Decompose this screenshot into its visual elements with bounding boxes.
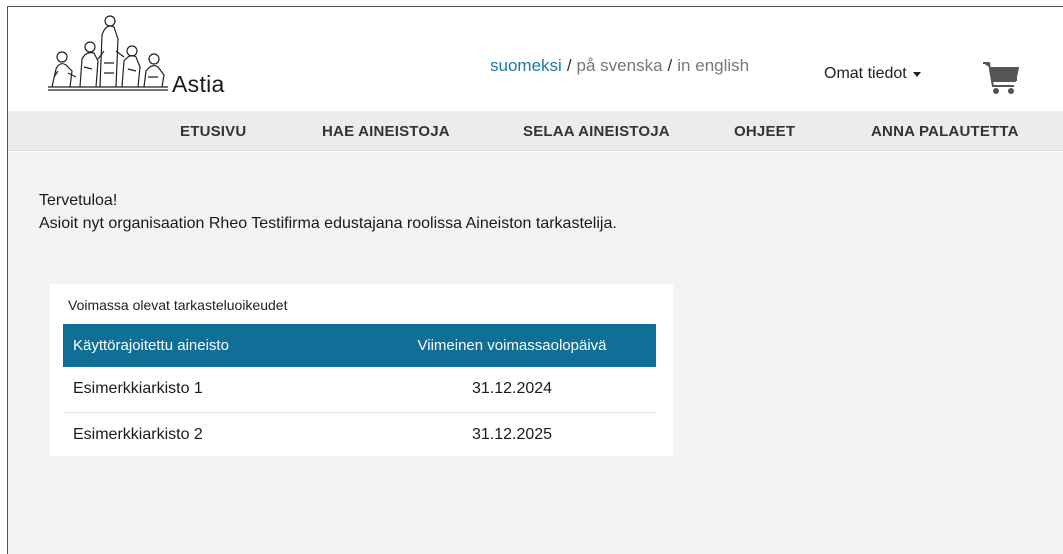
- language-selector: suomeksi / på svenska / in english: [490, 56, 749, 76]
- language-fi[interactable]: suomeksi: [490, 56, 562, 75]
- main-navigation: ETUSIVU HAE AINEISTOJA SELAA AINEISTOJA …: [8, 111, 1063, 151]
- nav-item-ohjeet[interactable]: OHJEET: [734, 123, 795, 140]
- brand-name: Astia: [172, 71, 225, 97]
- table-row: Esimerkkiarkisto 2 31.12.2025: [63, 412, 656, 457]
- language-separator: /: [667, 56, 673, 75]
- profile-menu-label: Omat tiedot: [824, 65, 907, 82]
- column-header-voimassaolopaiva: Viimeinen voimassaolopäivä: [417, 337, 607, 354]
- main-content: Tervetuloa! Asioit nyt organisaation Rhe…: [8, 152, 1063, 554]
- profile-menu[interactable]: Omat tiedot: [824, 65, 921, 83]
- nav-item-selaa-aineistoja[interactable]: SELAA AINEISTOJA: [523, 123, 670, 140]
- astia-logo[interactable]: [44, 11, 172, 95]
- welcome-title: Tervetuloa!: [39, 192, 118, 209]
- row-date: 31.12.2024: [368, 367, 656, 413]
- table-header-row: Käyttörajoitettu aineisto Viimeinen voim…: [63, 324, 656, 367]
- row-name: Esimerkkiarkisto 1: [63, 367, 368, 413]
- nav-item-etusivu[interactable]: ETUSIVU: [180, 123, 246, 140]
- language-en[interactable]: in english: [677, 56, 749, 75]
- permissions-card: Voimassa olevat tarkasteluoikeudet Käytt…: [50, 284, 673, 456]
- site-header: Astia suomeksi / på svenska / in english Oma…: [8, 7, 1063, 98]
- column-header-aineisto: Käyttörajoitettu aineisto: [73, 337, 229, 354]
- table-row: Esimerkkiarkisto 1 31.12.2024: [63, 367, 656, 413]
- welcome-message: Tervetuloa! Asioit nyt organisaation Rhe…: [39, 189, 617, 235]
- app-window: Astia suomeksi / på svenska / in english Oma…: [7, 6, 1063, 554]
- language-separator: /: [566, 56, 572, 75]
- welcome-text: Asioit nyt organisaation Rheo Testifirma…: [39, 215, 617, 232]
- caret-down-icon: [912, 72, 921, 77]
- row-name: Esimerkkiarkisto 2: [73, 425, 203, 443]
- nav-item-anna-palautetta[interactable]: ANNA PALAUTETTA: [871, 123, 1019, 140]
- permissions-table: Käyttörajoitettu aineisto Viimeinen voim…: [63, 324, 656, 457]
- language-sv[interactable]: på svenska: [577, 56, 663, 75]
- permissions-title: Voimassa olevat tarkasteluoikeudet: [68, 297, 288, 313]
- row-date: 31.12.2025: [471, 425, 553, 443]
- nav-item-hae-aineistoja[interactable]: HAE AINEISTOJA: [322, 123, 450, 140]
- shopping-cart-icon[interactable]: [982, 61, 1020, 95]
